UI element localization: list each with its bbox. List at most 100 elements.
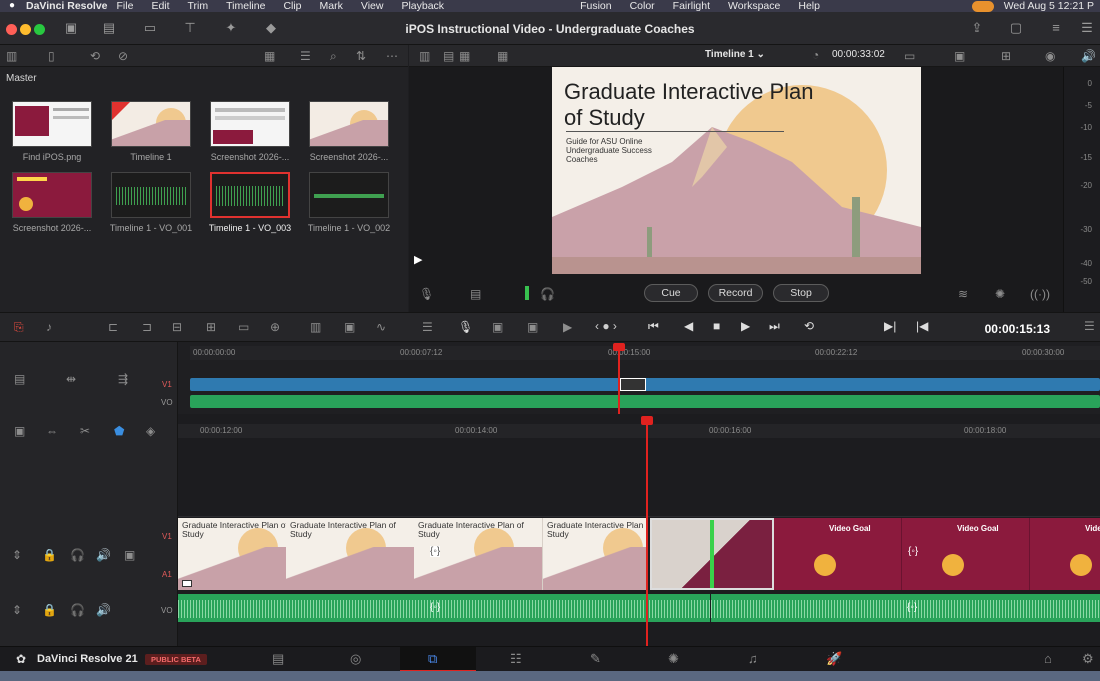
replace-icon[interactable]: ⊟ [172, 320, 182, 334]
razor-icon[interactable]: ✂ [80, 424, 90, 438]
insert-icon[interactable]: ⊏ [108, 320, 118, 334]
play-icon[interactable]: ▶ [741, 319, 750, 333]
lower-playhead[interactable] [646, 418, 648, 646]
transition-handle-icon[interactable]: {◦} [908, 546, 918, 557]
viewer-size-icon[interactable]: ▭ [904, 49, 915, 63]
play-reverse-icon[interactable]: ◀ [684, 319, 693, 333]
selection-mode-icon[interactable]: ⎘ [14, 320, 24, 334]
menu-timeline[interactable]: Timeline [217, 0, 274, 12]
link-icon[interactable]: ⊘ [118, 49, 128, 63]
viewer-timecode[interactable]: 00:00:33:02 [832, 48, 885, 62]
menu-color[interactable]: Color [621, 0, 664, 12]
next-edit-icon[interactable]: ▶| [884, 319, 896, 333]
place-on-top-icon[interactable]: ▭ [238, 320, 249, 334]
track-output-icon[interactable]: ▣ [124, 548, 135, 562]
viewer-frame[interactable]: Graduate Interactive Plan of Study Guide… [552, 67, 921, 274]
speed-icon[interactable]: ◔ [812, 48, 819, 62]
voiceover-mic-icon[interactable]: 🎙 [458, 320, 473, 334]
menu-trim[interactable]: Trim [179, 0, 218, 12]
current-clip-marker[interactable] [620, 378, 646, 391]
record-button[interactable]: Record [708, 284, 763, 302]
vo-audio-clip[interactable]: {◦} [178, 594, 710, 622]
audio-track-overview[interactable] [190, 395, 1100, 408]
timeline-options-icon[interactable]: ☰ [1084, 319, 1095, 333]
vo-audio-clip[interactable]: {◦} [711, 594, 1100, 622]
go-to-start-icon[interactable]: ⏮ [648, 319, 659, 333]
video-goal-clip[interactable]: Video Goal Video Goal Video Goal {◦} [774, 518, 1100, 590]
waveform-icon[interactable]: ∿ [376, 320, 386, 334]
bin-name[interactable]: Master [6, 73, 37, 84]
scopes-icon[interactable]: ▦ [497, 49, 508, 63]
ipoi-out-icon[interactable]: ▣ [527, 320, 538, 334]
fusion-page-icon[interactable]: ☷ [510, 651, 522, 667]
inspector-icon[interactable]: ☰ [1078, 20, 1096, 36]
headphones-icon[interactable]: 🎧 [540, 287, 555, 301]
play-viewer-icon[interactable]: ▶ [414, 253, 422, 266]
vo-track-position-icon[interactable]: ⇕ [12, 603, 22, 617]
track-select-icon[interactable]: ▤ [470, 287, 481, 301]
search-icon[interactable]: ⌕ [330, 49, 337, 63]
pool-clip[interactable]: Screenshot 2026-... [208, 101, 292, 162]
transition-handle-icon[interactable]: {◦} [430, 546, 441, 557]
mixer-icon[interactable]: ≡ [1047, 20, 1065, 36]
pool-clip[interactable]: Timeline 1 - VO_001 [109, 172, 193, 233]
stop-icon[interactable]: ■ [713, 319, 720, 333]
append-icon[interactable]: ⊕ [270, 320, 280, 334]
pool-clip[interactable]: Timeline 1 [109, 101, 193, 162]
grid-view-icon[interactable]: ▦ [264, 49, 275, 63]
link-clips-icon[interactable]: ⇔ [46, 424, 58, 438]
menu-fusion[interactable]: Fusion [571, 0, 621, 12]
microphone-icon[interactable] [971, 0, 994, 12]
close-up-icon[interactable]: ▣ [344, 320, 355, 334]
menu-workspace[interactable]: Workspace [719, 0, 789, 12]
upper-playhead-handle[interactable] [613, 343, 625, 351]
menu-help[interactable]: Help [789, 0, 829, 12]
timeline-timecode[interactable]: 00:00:15:13 [985, 322, 1050, 336]
pool-clip[interactable]: Find iPOS.png [10, 101, 94, 162]
fit-to-fill-icon[interactable]: ⊞ [206, 320, 216, 334]
fullscreen-icon[interactable]: ▢ [1007, 20, 1025, 36]
sidebar-toggle-icon[interactable]: ▥ [6, 49, 17, 63]
relink-icon[interactable]: ⟲ [90, 49, 100, 63]
pool-clip-selected[interactable]: Timeline 1 - VO_003 [208, 172, 292, 233]
menu-fairlight[interactable]: Fairlight [664, 0, 719, 12]
transition-clip[interactable] [650, 518, 774, 590]
go-to-end-icon[interactable]: ⏭ [769, 319, 780, 333]
fairlight-page-icon[interactable]: ✺ [668, 651, 679, 667]
prev-edit-icon[interactable]: |◀ [916, 319, 928, 333]
lower-ruler[interactable]: 00:00:12:00 00:00:14:00 00:00:16:00 00:0… [178, 424, 1100, 438]
pool-clip[interactable]: Screenshot 2026-... [10, 172, 94, 233]
transform-icon[interactable]: ⊞ [1001, 49, 1011, 63]
color-icon[interactable]: ◉ [1045, 49, 1055, 63]
menu-clip[interactable]: Clip [274, 0, 310, 12]
media-page-icon[interactable]: ▤ [272, 651, 284, 667]
title-slide-clip[interactable]: Graduate Interactive Plan of Study Gradu… [178, 518, 648, 590]
menu-mark[interactable]: Mark [311, 0, 352, 12]
menu-view[interactable]: View [352, 0, 393, 12]
app-menu[interactable]: DaVinci Resolve [0, 0, 108, 12]
edit-page-tab[interactable] [400, 647, 476, 672]
vo-mute-icon[interactable]: 🔊 [96, 603, 111, 617]
ipoi-in-icon[interactable]: ▣ [492, 320, 503, 334]
zoom-full-icon[interactable]: ⇹ [66, 372, 76, 386]
new-bin-icon[interactable]: ▯ [48, 49, 55, 63]
mixer-controls-icon[interactable]: ☰ [422, 320, 433, 334]
flag-icon[interactable]: ⬟ [114, 424, 124, 438]
more-options-icon[interactable]: ⋯ [386, 49, 398, 63]
deliver-page-icon[interactable]: 🚀 [826, 651, 842, 667]
volume-icon[interactable]: 🔊 [1081, 49, 1096, 63]
music-page-icon[interactable]: ♫ [748, 651, 758, 666]
snapshot-icon[interactable]: ▣ [14, 424, 25, 438]
solo-icon[interactable]: 🎧 [70, 548, 85, 562]
ripple-icon[interactable]: ▥ [310, 320, 321, 334]
timeline-selector[interactable]: Timeline 1 ⌄ [705, 48, 765, 62]
audio-transition-icon[interactable]: {◦} [430, 602, 440, 613]
upper-playhead[interactable] [618, 346, 620, 414]
trim-mode-icon[interactable]: ♪ [46, 320, 52, 334]
menu-playback[interactable]: Playback [392, 0, 453, 12]
settings-gear-icon[interactable]: ⚙ [1082, 651, 1094, 667]
share-icon[interactable]: ⇪ [968, 20, 986, 36]
vo-lock-icon[interactable]: 🔒 [42, 603, 57, 617]
prev-marker-icon[interactable]: ‹ ● › [595, 319, 617, 333]
overwrite-icon[interactable]: ⊐ [142, 320, 152, 334]
